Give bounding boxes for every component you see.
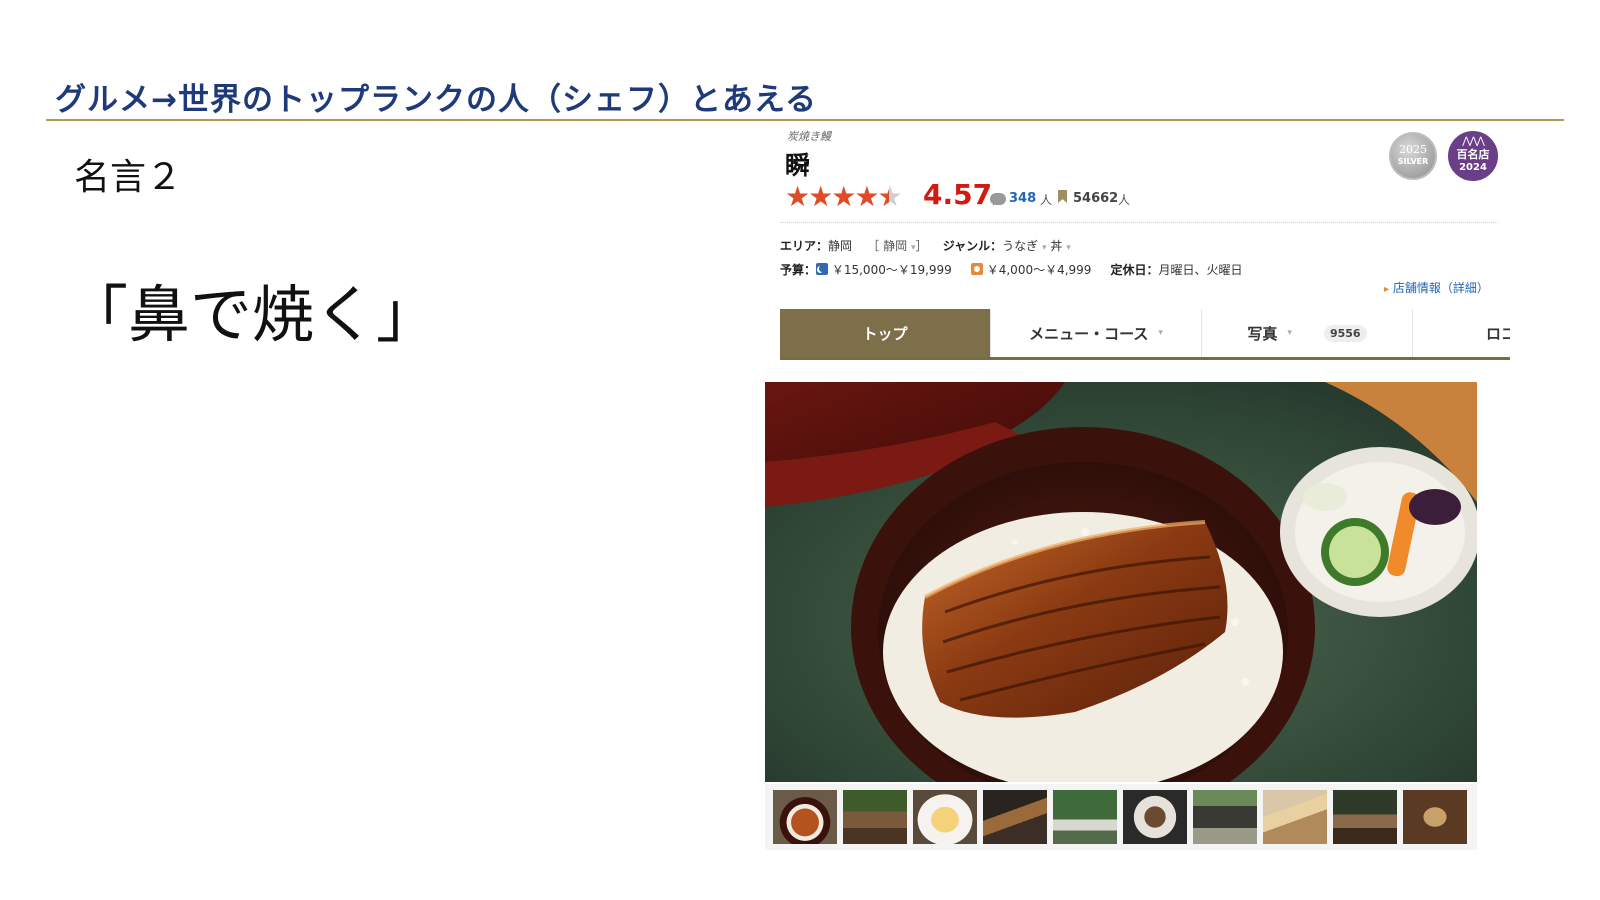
- store-info-link-label: 店舗情報（詳細）: [1392, 281, 1489, 295]
- unadon-illustration: [765, 382, 1477, 782]
- tab-menu-course[interactable]: メニュー・コース ▾: [991, 309, 1202, 357]
- restaurant-tabs: トップ メニュー・コース ▾ 写真 ▾ 9556 ロコ: [780, 309, 1510, 360]
- caret-right-icon: ▸: [1384, 284, 1390, 295]
- budget-lunch: ￥4,000～￥4,999: [986, 263, 1092, 277]
- photo-thumbnails: [765, 784, 1477, 850]
- tab-label: メニュー・コース: [1029, 324, 1149, 343]
- dinner-moon-icon: [816, 263, 829, 275]
- closed-label: 定休日：: [1110, 263, 1159, 277]
- budget-label: 予算：: [780, 263, 817, 277]
- star-icon: ★: [854, 180, 879, 213]
- tab-photos[interactable]: 写真 ▾ 9556: [1202, 309, 1413, 357]
- rating-score: 4.57: [923, 178, 993, 211]
- bookmark-count: 54662: [1073, 191, 1119, 206]
- budget-row: 予算： ￥15,000～￥19,999 ￥4,000～￥4,999 定休日：月曜…: [780, 261, 1243, 278]
- review-unit: 人: [1040, 193, 1053, 207]
- area-bracket: ］: [915, 239, 928, 253]
- caret-down-icon: ▾: [1287, 328, 1292, 338]
- thumbnail-shirayaki[interactable]: [1263, 790, 1327, 844]
- bookmark-unit: 人: [1118, 193, 1131, 207]
- review-count-link[interactable]: 348: [1009, 191, 1036, 206]
- thumbnail-appetizer[interactable]: [1123, 790, 1187, 844]
- area-dropdown[interactable]: ［ 静岡: [867, 239, 907, 253]
- badge-year: 2025: [1399, 143, 1427, 156]
- genre-link-unagi[interactable]: うなぎ: [1002, 239, 1038, 253]
- thumbnail-dining-room[interactable]: [843, 790, 907, 844]
- tab-label: 写真: [1247, 324, 1278, 343]
- area-genre-row: エリア：静岡 ［ 静岡 ▾］ ジャンル：うなぎ ▾ 丼 ▾: [780, 237, 1071, 254]
- genre-caption: 炭焼き鰻: [787, 130, 831, 143]
- badge-label: 百名店: [1456, 148, 1490, 161]
- divider: [780, 222, 1498, 223]
- tab-reviews[interactable]: ロコ: [1413, 309, 1510, 357]
- restaurant-page-panel: 炭焼き鰻 瞬 ★★★★★ 4.57 348 人 54662 人 2025 SIL…: [765, 122, 1530, 882]
- thumbnail-egg-dish[interactable]: [913, 790, 977, 844]
- genre-label: ジャンル：: [942, 239, 1003, 253]
- star-half-icon: ★: [877, 182, 902, 213]
- thumbnail-grilling[interactable]: [983, 790, 1047, 844]
- closed-days: 月曜日、火曜日: [1158, 263, 1243, 277]
- main-food-photo[interactable]: [765, 382, 1477, 782]
- thumbnail-counter[interactable]: [1333, 790, 1397, 844]
- hyakumeiten-2024-badge[interactable]: ⋀⋀⋀ 百名店 2024: [1448, 131, 1498, 181]
- title-underline: [46, 119, 1564, 121]
- store-info-link[interactable]: ▸ 店舗情報（詳細）: [1384, 279, 1489, 296]
- thumbnail-signboard[interactable]: [1403, 790, 1467, 844]
- review-bubble-icon: [990, 193, 1006, 206]
- caret-down-icon: ▾: [1158, 328, 1163, 338]
- photo-count-badge: 9556: [1323, 324, 1367, 342]
- slide-title: グルメ→世界のトップランクの人（シェフ）とあえる: [55, 82, 818, 118]
- restaurant-name[interactable]: 瞬: [785, 146, 810, 182]
- budget-dinner: ￥15,000～￥19,999: [831, 263, 952, 277]
- quote-label: 名言２: [74, 157, 183, 198]
- bookmark-icon: [1058, 190, 1067, 203]
- caret-down-icon: ▾: [1042, 243, 1047, 253]
- award-2025-silver-badge[interactable]: 2025 SILVER: [1389, 132, 1437, 180]
- tab-label: トップ: [862, 324, 908, 343]
- area-link[interactable]: 静岡: [828, 239, 852, 253]
- thumbnail-exterior[interactable]: [1053, 790, 1117, 844]
- star-icon: ★: [808, 180, 833, 213]
- rating-stars: ★★★★★: [785, 180, 903, 213]
- area-label: エリア：: [780, 239, 829, 253]
- tab-label: ロコ: [1486, 324, 1510, 343]
- tab-top[interactable]: トップ: [780, 309, 991, 357]
- caret-down-icon: ▾: [1066, 243, 1071, 253]
- lunch-sun-icon: [970, 263, 983, 275]
- badge-year: 2024: [1459, 162, 1487, 173]
- quote-text: 「鼻で焼く」: [66, 278, 439, 351]
- star-icon: ★: [831, 180, 856, 213]
- badge-label: SILVER: [1397, 157, 1429, 166]
- thumbnail-unadon[interactable]: [773, 790, 837, 844]
- star-icon: ★: [785, 180, 810, 213]
- thumbnail-entrance[interactable]: [1193, 790, 1257, 844]
- genre-link-don[interactable]: 丼: [1050, 239, 1062, 253]
